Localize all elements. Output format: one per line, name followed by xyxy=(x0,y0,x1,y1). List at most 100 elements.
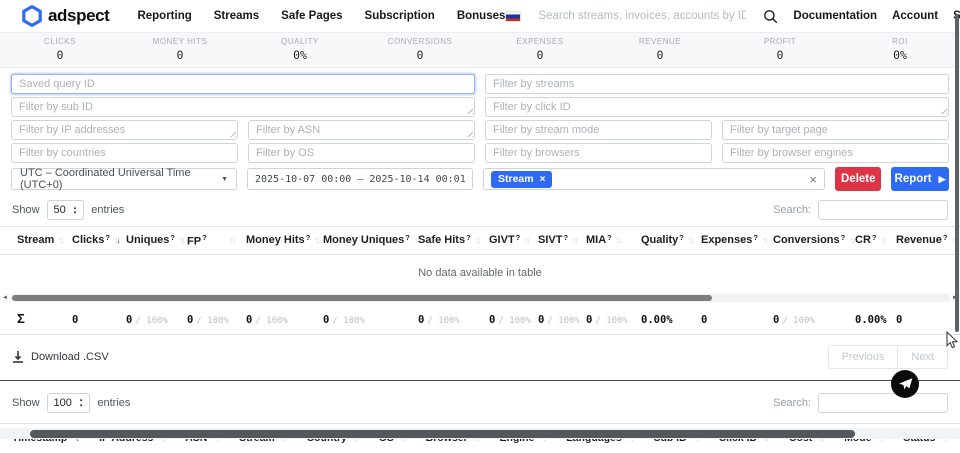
report-table-controls: Show 50 ▲▼ entries Search: xyxy=(0,191,960,226)
saved-query-input[interactable] xyxy=(11,74,475,94)
log-table-controls: Show 100 ▲▼ entries Search: xyxy=(0,381,960,423)
hscrollbar-track[interactable] xyxy=(10,294,950,302)
brand-logo[interactable]: adspect xyxy=(22,5,109,27)
download-csv-link[interactable]: Download .CSV xyxy=(12,350,109,363)
pagination: Previous Next xyxy=(828,345,948,369)
nav-item-reporting[interactable]: Reporting xyxy=(137,10,191,22)
col-fp[interactable]: FP? ↑↓ xyxy=(187,233,246,248)
help-icon[interactable]: ? xyxy=(466,233,471,242)
date-range-input[interactable] xyxy=(247,168,473,190)
filter-sub-id-input[interactable] xyxy=(11,97,475,117)
help-icon[interactable]: ? xyxy=(306,233,311,242)
stat-roi: ROI 0% xyxy=(840,33,960,67)
nav-link-documentation[interactable]: Documentation xyxy=(793,10,877,22)
col-mia[interactable]: MIA? ↑↓ xyxy=(586,233,641,248)
nav-item-bonuses[interactable]: Bonuses xyxy=(457,10,506,22)
totals-sivt: 0/ 100% xyxy=(538,314,586,326)
clear-tags-icon[interactable]: × xyxy=(809,173,817,186)
help-icon[interactable]: ? xyxy=(943,233,948,242)
filter-stream-mode-input[interactable] xyxy=(485,120,712,140)
col-sivt[interactable]: SIVT? ↑↓ xyxy=(538,233,586,248)
totals-money-uniques: 0/ 100% xyxy=(323,314,418,326)
sort-icon: ↑↓ xyxy=(572,235,579,245)
previous-page-button[interactable]: Previous xyxy=(828,345,899,369)
stat-value: 0 xyxy=(360,48,480,62)
sort-icon: ↑↓ xyxy=(880,235,887,245)
select-arrows-icon: ▲▼ xyxy=(79,397,83,408)
filter-browser-engines-input[interactable] xyxy=(722,143,949,163)
filter-target-page-input[interactable] xyxy=(722,120,949,140)
sort-icon: ↑↓ xyxy=(475,235,482,245)
col-givt[interactable]: GIVT? ↑↓ xyxy=(489,233,538,248)
col-revenue[interactable]: Revenue? ↑↓ xyxy=(896,233,945,248)
col-cr[interactable]: CR? ↑↓ xyxy=(855,233,896,248)
filter-countries-input[interactable] xyxy=(11,143,238,163)
show-label: Show xyxy=(12,397,40,409)
filter-ip-input[interactable] xyxy=(11,120,238,140)
vertical-scrollbar-thumb[interactable] xyxy=(955,14,959,332)
report-table-search-input[interactable] xyxy=(818,200,948,220)
col-conversions[interactable]: Conversions? ↑↓ xyxy=(773,233,855,248)
totals-fp: 0/ 100% xyxy=(187,314,246,326)
col-clicks[interactable]: Clicks? ↑↓ xyxy=(72,233,126,248)
help-icon[interactable]: ? xyxy=(516,233,521,242)
help-icon[interactable]: ? xyxy=(872,233,877,242)
help-icon[interactable]: ? xyxy=(170,233,175,242)
report-button[interactable]: Report ▶ xyxy=(891,167,949,191)
search-icon[interactable] xyxy=(763,9,778,24)
help-icon[interactable]: ? xyxy=(679,233,684,242)
stat-value: 0 xyxy=(480,48,600,62)
log-table-search-input[interactable] xyxy=(818,393,948,413)
adspect-hexagon-icon xyxy=(22,5,42,27)
col-uniques[interactable]: Uniques? ↑↓ xyxy=(126,233,187,248)
help-icon[interactable]: ? xyxy=(607,233,612,242)
help-icon[interactable]: ? xyxy=(563,233,568,242)
totals-sigma: Σ xyxy=(17,311,72,326)
empty-table-message: No data available in table xyxy=(0,255,960,293)
col-stream[interactable]: Stream ↑↓ xyxy=(17,233,72,248)
report-table-hscrollbar[interactable]: ◄ ► xyxy=(0,293,960,303)
report-table-footer: Download .CSV Previous Next xyxy=(0,335,960,378)
nav-link-account[interactable]: Account xyxy=(892,10,938,22)
hscrollbar-thumb[interactable] xyxy=(30,430,855,438)
report-button-label: Report xyxy=(895,173,932,185)
stat-label: ROI xyxy=(840,37,960,46)
telegram-fab-button[interactable] xyxy=(891,370,919,398)
filter-streams-input[interactable] xyxy=(485,74,949,94)
nav-item-subscription[interactable]: Subscription xyxy=(365,10,435,22)
report-tags-input[interactable]: Stream × × xyxy=(483,168,825,190)
totals-revenue: 0 xyxy=(896,314,945,326)
hscrollbar-thumb[interactable] xyxy=(12,295,712,301)
filter-click-id-input[interactable] xyxy=(485,97,949,117)
col-money-hits[interactable]: Money Hits? ↑↓ xyxy=(246,233,323,248)
filter-os-input[interactable] xyxy=(248,143,475,163)
nav-item-safe-pages[interactable]: Safe Pages xyxy=(281,10,342,22)
stat-value: 0 xyxy=(600,48,720,62)
col-safe-hits[interactable]: Safe Hits? ↑↓ xyxy=(418,233,489,248)
global-search-input[interactable] xyxy=(536,9,748,23)
log-table-hscrollbar[interactable] xyxy=(0,428,960,439)
filter-browsers-input[interactable] xyxy=(485,143,712,163)
search-label: Search: xyxy=(773,204,811,216)
col-expenses[interactable]: Expenses? ↑↓ xyxy=(701,233,773,248)
timezone-select[interactable]: UTC – Coordinated Universal Time (UTC+0)… xyxy=(11,168,237,190)
col-money-uniques[interactable]: Money Uniques? ↑↓ xyxy=(323,233,418,248)
filter-asn-input[interactable] xyxy=(248,120,475,140)
help-icon[interactable]: ? xyxy=(202,233,207,242)
help-icon[interactable]: ? xyxy=(841,233,846,242)
stat-label: PROFIT xyxy=(720,37,840,46)
stream-tag-chip[interactable]: Stream × xyxy=(491,171,552,188)
help-icon[interactable]: ? xyxy=(753,233,758,242)
chip-remove-icon[interactable]: × xyxy=(540,174,546,185)
delete-button[interactable]: Delete xyxy=(835,167,881,191)
help-icon[interactable]: ? xyxy=(405,233,410,242)
help-icon[interactable]: ? xyxy=(105,233,110,242)
russian-flag-icon[interactable] xyxy=(505,11,521,22)
scroll-left-icon[interactable]: ◄ xyxy=(0,293,10,303)
log-entries-per-page-select[interactable]: 100 ▲▼ xyxy=(47,393,91,413)
show-label: Show xyxy=(12,204,40,216)
next-page-button[interactable]: Next xyxy=(898,345,948,369)
col-quality[interactable]: Quality? ↑↓ xyxy=(641,233,701,248)
nav-item-streams[interactable]: Streams xyxy=(214,10,259,22)
entries-per-page-select[interactable]: 50 ▲▼ xyxy=(47,200,85,220)
